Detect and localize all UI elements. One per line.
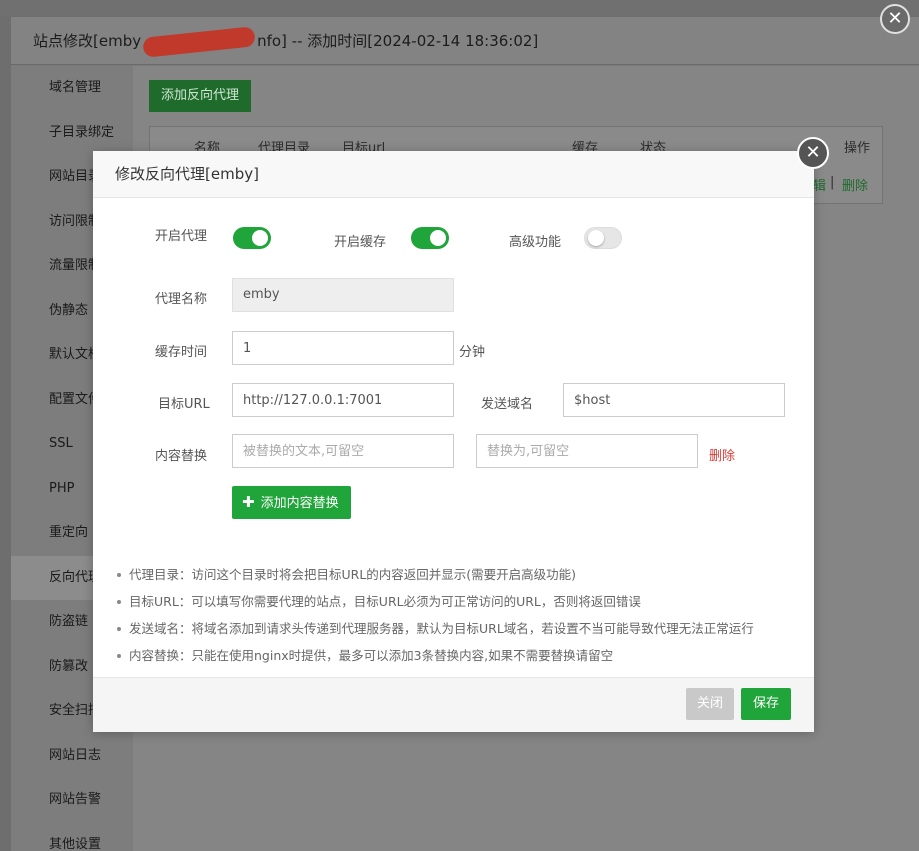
cache-time-input[interactable] <box>232 331 454 365</box>
tip-item: 目标URL：可以填写你需要代理的站点，目标URL必须为可正常访问的URL，否则将… <box>115 588 805 615</box>
replace-from-input[interactable] <box>232 434 454 468</box>
redaction-mark <box>142 25 256 58</box>
edit-reverse-proxy-modal: 修改反向代理[emby] ✕ 开启代理 开启缓存 高级功能 代理名称 emby … <box>93 137 829 732</box>
enable-cache-label: 开启缓存 <box>334 235 387 250</box>
add-reverse-proxy-button[interactable]: 添加反向代理 <box>149 80 252 112</box>
plus-icon: ✚ <box>242 493 255 511</box>
advanced-label: 高级功能 <box>509 235 562 250</box>
toggle-knob <box>430 230 446 246</box>
advanced-toggle[interactable] <box>584 227 622 249</box>
toggle-knob <box>252 230 268 246</box>
modal-title: 修改反向代理[emby] <box>93 151 814 198</box>
close-button[interactable]: 关闭 <box>686 688 735 720</box>
cache-time-unit: 分钟 <box>459 345 486 360</box>
sidebar-item-other-settings[interactable]: 其他设置 <box>11 823 133 851</box>
proxy-name-field: emby <box>232 278 454 312</box>
send-domain-input[interactable] <box>563 383 785 417</box>
tip-item: 代理目录：访问这个目录时将会把目标URL的内容返回并显示(需要开启高级功能) <box>115 561 805 588</box>
sidebar-item-domain[interactable]: 域名管理 <box>11 66 133 111</box>
cache-time-label: 缓存时间 <box>155 345 208 360</box>
action-separator: | <box>830 175 835 190</box>
table-header: 操作 <box>844 141 871 156</box>
replace-to-input[interactable] <box>476 434 698 468</box>
toggle-knob <box>588 230 604 246</box>
modal-footer: 关闭 保存 <box>93 677 814 732</box>
modal-close-icon[interactable]: ✕ <box>797 137 829 169</box>
target-url-input[interactable] <box>232 383 454 417</box>
target-url-label: 目标URL <box>158 397 210 412</box>
add-content-replace-button[interactable]: ✚ 添加内容替换 <box>232 486 351 519</box>
background-page-top <box>0 0 919 16</box>
site-edit-dialog-title: 站点修改[emby nfo] -- 添加时间[2024-02-14 18:36:0… <box>11 17 919 65</box>
tip-item: 发送域名：将域名添加到请求头传递到代理服务器，默认为目标URL域名，若设置不当可… <box>115 615 805 642</box>
save-button[interactable]: 保存 <box>741 688 792 720</box>
sidebar-item-subdir[interactable]: 子目录绑定 <box>11 111 133 156</box>
tip-item: 内容替换：只能在使用nginx时提供，最多可以添加3条替换内容,如果不需要替换请… <box>115 642 805 669</box>
replace-delete-link[interactable]: 删除 <box>709 445 735 464</box>
proxy-name-label: 代理名称 <box>155 292 208 307</box>
enable-proxy-label: 开启代理 <box>155 229 208 244</box>
sidebar-item-site-alert[interactable]: 网站告警 <box>11 778 133 823</box>
outer-close-icon[interactable]: ✕ <box>880 4 910 34</box>
help-tips: 代理目录：访问这个目录时将会把目标URL的内容返回并显示(需要开启高级功能) 目… <box>115 561 805 669</box>
enable-cache-toggle[interactable] <box>411 227 449 249</box>
content-replace-label: 内容替换 <box>155 449 208 464</box>
send-domain-label: 发送域名 <box>481 397 534 412</box>
sidebar-item-site-log[interactable]: 网站日志 <box>11 734 133 779</box>
enable-proxy-toggle[interactable] <box>233 227 271 249</box>
delete-link[interactable]: 删除 <box>842 175 868 194</box>
